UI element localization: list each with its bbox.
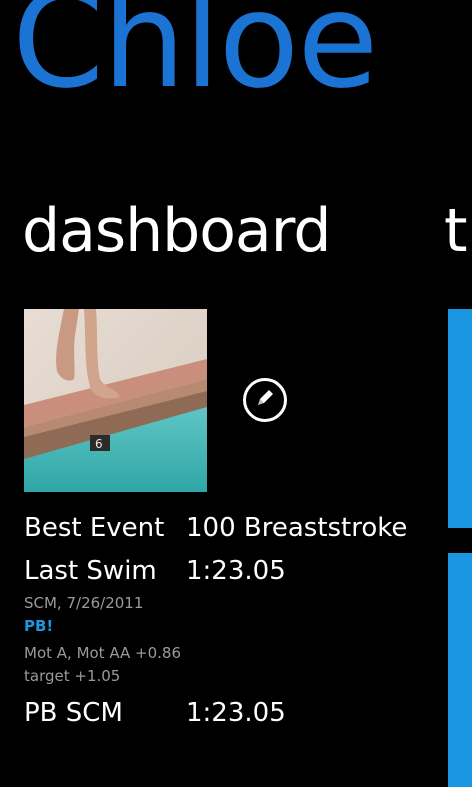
- edit-button[interactable]: [243, 378, 287, 422]
- last-swim-label: Last Swim: [24, 556, 157, 586]
- svg-text:6: 6: [95, 437, 103, 451]
- profile-photo[interactable]: 6: [24, 309, 207, 492]
- pb-badge: PB!: [24, 617, 54, 635]
- next-panel-tile[interactable]: [448, 309, 472, 528]
- next-panel-tile[interactable]: [448, 553, 472, 787]
- pb-value: 1:23.05: [186, 698, 286, 728]
- app-title: Chloe: [12, 0, 378, 118]
- pencil-icon: [254, 387, 276, 413]
- pivot-header-next[interactable]: t: [444, 196, 468, 266]
- best-event-value: 100 Breaststroke: [186, 513, 408, 543]
- pivot-header-dashboard[interactable]: dashboard: [22, 196, 331, 266]
- target-time: target +1.05: [24, 667, 121, 685]
- motivational-times: Mot A, Mot AA +0.86: [24, 644, 182, 662]
- best-event-label: Best Event: [24, 513, 165, 543]
- last-swim-meta: SCM, 7/26/2011: [24, 594, 144, 612]
- last-swim-value: 1:23.05: [186, 556, 286, 586]
- pb-label: PB SCM: [24, 698, 123, 728]
